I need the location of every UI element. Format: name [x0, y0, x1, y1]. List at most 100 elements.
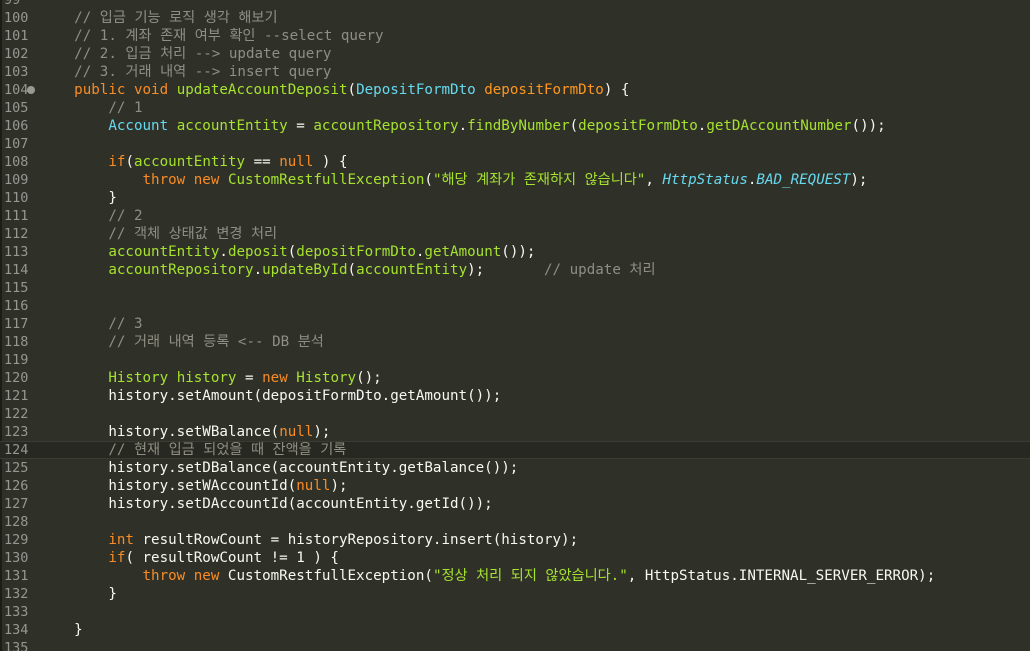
code-line[interactable]: 126 history.setWAccountId(null); [0, 477, 1030, 495]
code-line[interactable]: 123 history.setWBalance(null); [0, 423, 1030, 441]
code-line[interactable]: 103 // 3. 거래 내역 --> insert query [0, 63, 1030, 81]
code-token: BAD_REQUEST [756, 172, 851, 188]
code-token: HttpStatus [662, 172, 748, 188]
line-number: 100 [4, 10, 29, 26]
code-token: updateAccountDeposit [176, 82, 348, 98]
code-line[interactable]: 125 history.setDBalance(accountEntity.ge… [0, 459, 1030, 477]
code-line[interactable]: 118 // 거래 내역 등록 <-- DB 분석 [0, 333, 1030, 351]
code-text: // 2 [40, 207, 142, 225]
code-line[interactable]: 128 [0, 513, 1030, 531]
code-token: // 3. 거래 내역 --> insert query [74, 64, 332, 80]
code-line[interactable]: 104 public void updateAccountDeposit(Dep… [0, 81, 1030, 99]
code-token: (); [356, 370, 382, 386]
code-token: ( resultRowCount != 1 ) { [125, 550, 339, 566]
code-line[interactable]: 109 throw new CustomRestfullException("해… [0, 171, 1030, 189]
code-line[interactable]: 111 // 2 [0, 207, 1030, 225]
line-number: 118 [4, 334, 29, 350]
code-token: ); [467, 262, 544, 278]
line-number: 108 [4, 154, 29, 170]
code-token: history.setDAccountId(accountEntity.getI… [108, 496, 493, 512]
code-line[interactable]: 114 accountRepository.updateById(account… [0, 261, 1030, 279]
code-text: int resultRowCount = historyRepository.i… [40, 531, 578, 549]
fold-marker-icon[interactable] [27, 86, 35, 94]
code-line[interactable]: 124 // 현재 입금 되었을 때 잔액을 기록 [0, 441, 1030, 459]
code-token: = [236, 370, 263, 386]
code-line[interactable]: 106 Account accountEntity = accountRepos… [0, 117, 1030, 135]
code-text: Account accountEntity = accountRepositor… [40, 117, 885, 135]
line-number: 129 [4, 532, 29, 548]
code-token: "정상 처리 되지 않았습니다." [432, 568, 628, 584]
code-text: accountEntity.deposit(depositFormDto.get… [40, 243, 535, 261]
code-line[interactable]: 112 // 객체 상태값 변경 처리 [0, 225, 1030, 243]
code-token: depositFormDto [296, 244, 416, 260]
code-token: getAmount [424, 244, 502, 260]
code-token: null [279, 424, 314, 440]
code-line[interactable]: 107 [0, 135, 1030, 153]
code-line[interactable]: 119 [0, 351, 1030, 369]
line-number: 114 [4, 262, 29, 278]
code-line[interactable]: 99 [0, 0, 1030, 9]
code-line[interactable]: 134 } [0, 621, 1030, 639]
code-line[interactable]: 130 if( resultRowCount != 1 ) { [0, 549, 1030, 567]
line-number: 131 [4, 568, 29, 584]
code-token: . [458, 118, 468, 134]
line-number: 117 [4, 316, 29, 332]
code-text: history.setAmount(depositFormDto.getAmou… [40, 387, 501, 405]
code-token: ); [330, 478, 348, 494]
code-token: deposit [227, 244, 288, 260]
line-number: 135 [4, 640, 29, 651]
code-token: accountRepository [108, 262, 254, 278]
code-line[interactable]: 116 [0, 297, 1030, 315]
code-line[interactable]: 135 [0, 639, 1030, 651]
code-token: throw [142, 568, 186, 584]
code-token: new [193, 172, 220, 188]
code-line[interactable]: 100 // 입금 기능 로직 생각 해보기 [0, 9, 1030, 27]
code-token: new [193, 568, 220, 584]
code-token: "해당 계좌가 존재하지 않습니다" [432, 172, 646, 188]
code-text: throw new CustomRestfullException("정상 처리… [40, 567, 936, 585]
code-line[interactable]: 117 // 3 [0, 315, 1030, 333]
code-line[interactable]: 108 if(accountEntity == null ) { [0, 153, 1030, 171]
code-line[interactable]: 101 // 1. 계좌 존재 여부 확인 --select query [0, 27, 1030, 45]
code-token: // 현재 입금 되었을 때 잔액을 기록 [108, 442, 347, 458]
code-text: // 2. 입금 처리 --> update query [40, 45, 331, 63]
code-line[interactable]: 121 history.setAmount(depositFormDto.get… [0, 387, 1030, 405]
code-line[interactable]: 102 // 2. 입금 처리 --> update query [0, 45, 1030, 63]
code-text: // 1. 계좌 존재 여부 확인 --select query [40, 27, 383, 45]
code-line[interactable]: 122 [0, 405, 1030, 423]
code-text: } [40, 585, 117, 603]
code-line[interactable]: 113 accountEntity.deposit(depositFormDto… [0, 243, 1030, 261]
code-token: , [645, 172, 663, 188]
code-line[interactable]: 115 [0, 279, 1030, 297]
code-text: history.setDAccountId(accountEntity.getI… [40, 495, 493, 513]
line-number: 107 [4, 136, 29, 152]
code-token: ( [347, 262, 357, 278]
code-line[interactable]: 127 history.setDAccountId(accountEntity.… [0, 495, 1030, 513]
code-line[interactable]: 131 throw new CustomRestfullException("정… [0, 567, 1030, 585]
code-token: accountEntity [176, 118, 288, 134]
code-text: // 객체 상태값 변경 처리 [40, 225, 277, 243]
code-line[interactable]: 105 // 1 [0, 99, 1030, 117]
code-line[interactable]: 110 } [0, 189, 1030, 207]
code-token: DepositFormDto [356, 82, 476, 98]
code-token: // 2. 입금 처리 --> update query [74, 46, 332, 62]
code-token: new [262, 370, 288, 386]
code-line[interactable]: 129 int resultRowCount = historyReposito… [0, 531, 1030, 549]
code-token: . [219, 244, 228, 260]
code-line[interactable]: 120 History history = new History(); [0, 369, 1030, 387]
code-editor[interactable]: 99 100 // 입금 기능 로직 생각 해보기 101 // 1. 계좌 존재 … [0, 0, 1030, 651]
code-token: ()); [501, 244, 536, 260]
code-line[interactable]: 133 [0, 603, 1030, 621]
code-line[interactable]: 132 } [0, 585, 1030, 603]
